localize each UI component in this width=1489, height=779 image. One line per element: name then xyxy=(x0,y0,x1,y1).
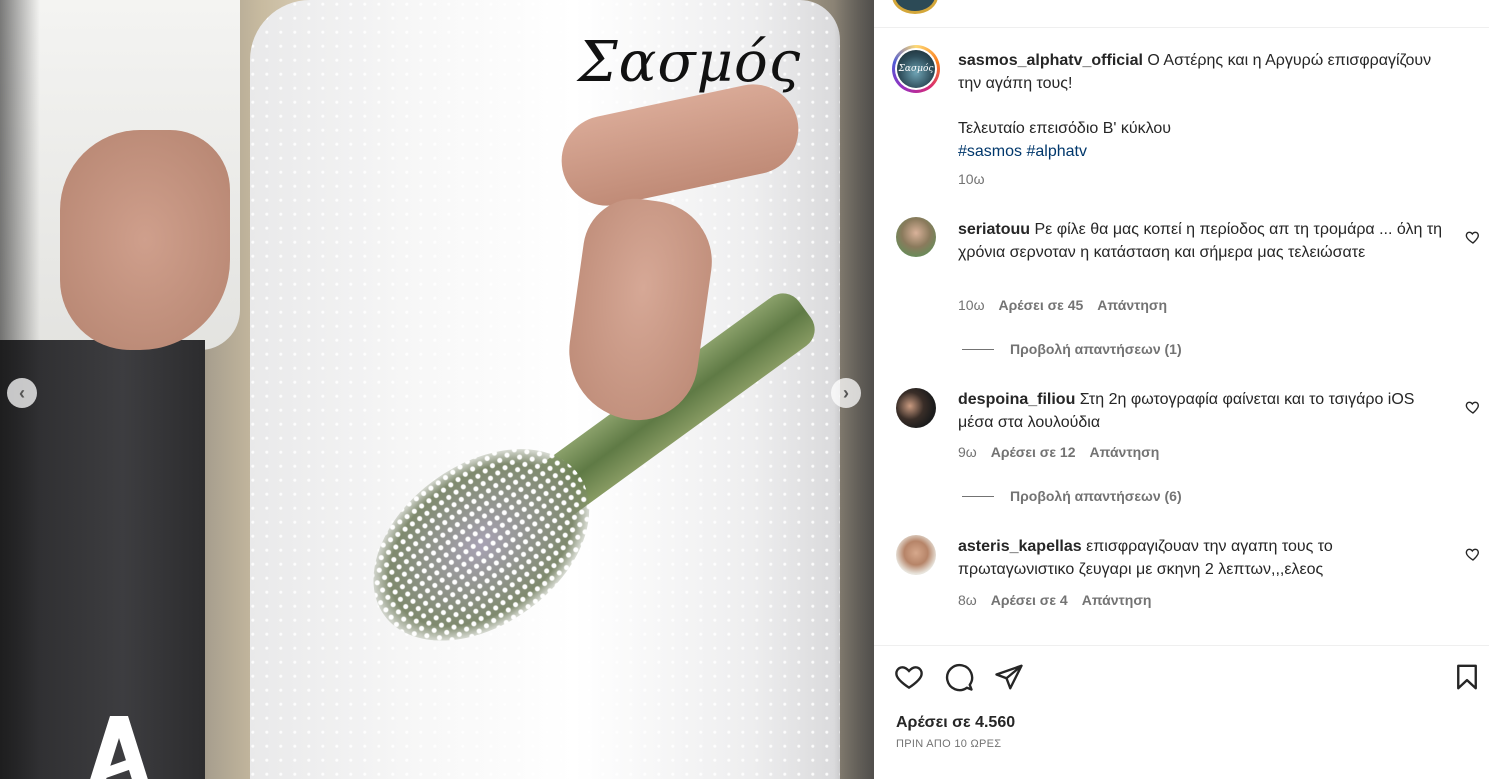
chevron-left-icon: ‹ xyxy=(19,382,25,403)
comment-username[interactable]: despoina_filiou xyxy=(958,391,1075,408)
comment-avatar-seriatouu[interactable] xyxy=(896,217,936,257)
view-replies-label: Προβολή απαντήσεων (1) xyxy=(1010,341,1182,357)
comment-likes[interactable]: Αρέσει σε 45 xyxy=(999,297,1084,313)
comment-meta: 8ω Αρέσει σε 4 Απάντηση xyxy=(958,592,1151,608)
post-header-strip xyxy=(874,0,1489,28)
post-actions-bar: Αρέσει σε 4.560 ΠΡΙΝ ΑΠΟ 10 ΩΡΕΣ xyxy=(874,645,1489,779)
author-avatar[interactable]: Σασμός xyxy=(892,45,940,93)
comment-time[interactable]: 8ω xyxy=(958,592,977,608)
chevron-right-icon: › xyxy=(843,382,849,403)
reply-button[interactable]: Απάντηση xyxy=(1082,592,1152,608)
caption-line2: Τελευταίο επεισόδιο Β' κύκλου xyxy=(958,120,1172,137)
caption-time[interactable]: 10ω xyxy=(958,171,985,187)
show-title-overlay: Σασμός xyxy=(578,30,802,95)
comment-despoina: despoina_filiou Στη 2η φωτογραφία φαίνετ… xyxy=(958,389,1448,434)
carousel-prev-button[interactable]: ‹ xyxy=(7,378,37,408)
hashtag-alphatv[interactable]: #alphatv xyxy=(1026,143,1087,160)
post-timestamp[interactable]: ΠΡΙΝ ΑΠΟ 10 ΩΡΕΣ xyxy=(896,738,1001,750)
comment-username[interactable]: seriatouu xyxy=(958,221,1030,238)
avatar-image: Σασμός xyxy=(897,50,935,88)
view-replies-button[interactable]: Προβολή απαντήσεων (1) xyxy=(962,341,1182,357)
comment-username[interactable]: asteris_kapellas xyxy=(958,538,1082,555)
paper-plane-icon[interactable] xyxy=(994,662,1024,692)
author-username[interactable]: sasmos_alphatv_official xyxy=(958,52,1143,69)
replies-divider xyxy=(962,495,994,497)
photo-hands xyxy=(60,130,230,350)
comment-avatar-despoina[interactable] xyxy=(896,388,936,428)
replies-divider xyxy=(962,348,994,350)
reply-button[interactable]: Απάντηση xyxy=(1090,444,1160,460)
hashtag-sasmos[interactable]: #sasmos xyxy=(958,143,1022,160)
post-media: Σασμός ‹ › xyxy=(0,0,874,779)
post-side-panel: Σασμός sasmos_alphatv_official Ο Αστέρης… xyxy=(874,0,1489,779)
post-caption: sasmos_alphatv_official Ο Αστέρης και η … xyxy=(958,49,1458,163)
bookmark-icon[interactable] xyxy=(1452,662,1482,692)
comment-avatar-asteris[interactable] xyxy=(896,535,936,575)
heart-icon[interactable] xyxy=(894,662,924,692)
avatar-inner: Σασμός xyxy=(895,48,937,90)
alpha-logo-icon xyxy=(90,716,148,779)
comment-text: Ρε φίλε θα μας κοπεί η περίοδος απ τη τρ… xyxy=(958,221,1443,261)
comment-meta: 10ω Αρέσει σε 45 Απάντηση xyxy=(958,297,1167,313)
comment-meta: 9ω Αρέσει σε 12 Απάντηση xyxy=(958,444,1159,460)
view-replies-button[interactable]: Προβολή απαντήσεων (6) xyxy=(962,488,1182,504)
view-replies-label: Προβολή απαντήσεων (6) xyxy=(1010,488,1182,504)
comment-like-heart-icon[interactable] xyxy=(1465,229,1481,245)
comment-likes[interactable]: Αρέσει σε 12 xyxy=(991,444,1076,460)
reply-button[interactable]: Απάντηση xyxy=(1097,297,1167,313)
comment-asteris: asteris_kapellas επισφραγιζουαν την αγαπ… xyxy=(958,536,1448,581)
carousel-next-button[interactable]: › xyxy=(831,378,861,408)
header-avatar[interactable] xyxy=(892,0,938,14)
comment-like-heart-icon[interactable] xyxy=(1465,546,1481,562)
comment-like-heart-icon[interactable] xyxy=(1465,399,1481,415)
comment-seriatouu: seriatouu Ρε φίλε θα μας κοπεί η περίοδο… xyxy=(958,219,1448,264)
post-likes-count[interactable]: Αρέσει σε 4.560 xyxy=(896,714,1015,732)
comment-bubble-icon[interactable] xyxy=(944,662,974,692)
comment-likes[interactable]: Αρέσει σε 4 xyxy=(991,592,1068,608)
comment-time[interactable]: 10ω xyxy=(958,297,985,313)
comment-time[interactable]: 9ω xyxy=(958,444,977,460)
